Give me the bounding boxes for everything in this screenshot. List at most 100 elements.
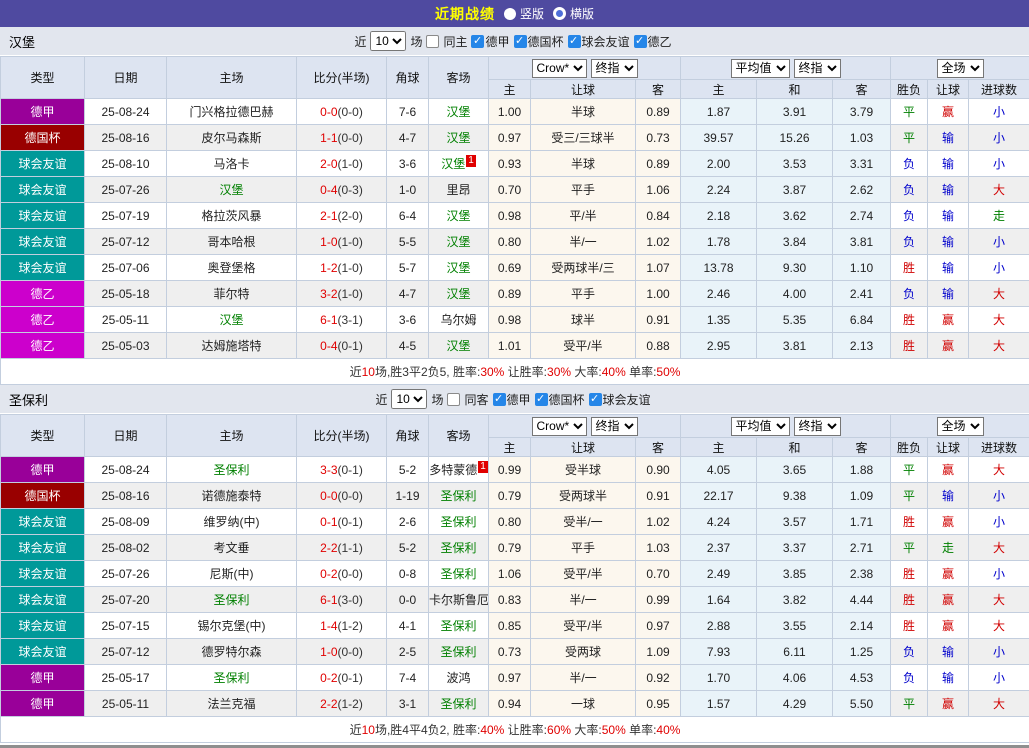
avg-stage-select[interactable]: 终指 (794, 59, 841, 78)
league-checkbox[interactable] (535, 393, 548, 406)
home-team-name[interactable]: 门兴格拉德巴赫 (189, 105, 273, 119)
league-checkbox[interactable] (589, 393, 602, 406)
away-team-name[interactable]: 汉堡 (441, 157, 465, 171)
match-count-select[interactable]: 10 (370, 31, 406, 51)
odds-company-select[interactable]: Crow* (532, 59, 587, 78)
home-team-name[interactable]: 锡尔克堡(中) (198, 619, 266, 633)
radio-unselected-icon[interactable] (553, 7, 566, 20)
home-team-name[interactable]: 考文垂 (213, 541, 249, 555)
home-team-name[interactable]: 奥登堡格 (207, 261, 255, 275)
away-team-name[interactable]: 汉堡 (446, 235, 470, 249)
away-team-name[interactable]: 圣保利 (440, 489, 476, 503)
home-team-name[interactable]: 达姆施塔特 (201, 339, 261, 353)
home-team-name[interactable]: 德罗特尔森 (201, 645, 261, 659)
avg-home-cell: 1.87 (681, 99, 757, 125)
home-odds-cell: 0.70 (489, 177, 531, 203)
avg-draw-cell: 3.53 (757, 151, 833, 177)
radio-vertical-label[interactable]: 竖版 (520, 5, 544, 22)
league-checkbox[interactable] (568, 35, 581, 48)
away-team-name[interactable]: 汉堡 (446, 209, 470, 223)
avg-type-select[interactable]: 平均值 (731, 417, 790, 436)
odds-company-select[interactable]: Crow* (532, 417, 587, 436)
away-team-name[interactable]: 圣保利 (440, 619, 476, 633)
away-team-name[interactable]: 圣保利 (440, 645, 476, 659)
avg-draw-cell: 3.65 (757, 457, 833, 483)
home-team-name[interactable]: 诺德施泰特 (201, 489, 261, 503)
radio-selected-icon[interactable] (504, 8, 516, 20)
away-team-name[interactable]: 圣保利 (440, 697, 476, 711)
same-venue-checkbox[interactable] (447, 393, 460, 406)
league-checkbox[interactable] (514, 35, 527, 48)
away-team-name[interactable]: 里昂 (446, 183, 470, 197)
away-team-name[interactable]: 多特蒙德 (429, 463, 477, 477)
home-team-name[interactable]: 汉堡 (219, 183, 243, 197)
avg-away-cell: 2.41 (833, 281, 891, 307)
avg-draw-cell: 3.84 (757, 229, 833, 255)
corners-cell: 2-6 (387, 509, 429, 535)
home-team-name[interactable]: 汉堡 (219, 313, 243, 327)
odds-stage-select[interactable]: 终指 (591, 417, 638, 436)
away-team-name[interactable]: 圣保利 (440, 541, 476, 555)
half-score: (1-0) (338, 287, 363, 301)
home-team-cell: 锡尔克堡(中) (167, 613, 297, 639)
radio-horizontal-label[interactable]: 横版 (570, 5, 594, 22)
stats-part: 近 (350, 723, 362, 737)
corners-cell: 3-6 (387, 307, 429, 333)
stats-part: 40% (656, 723, 680, 737)
away-team-cell: 汉堡 (429, 281, 489, 307)
same-venue-checkbox[interactable] (426, 35, 439, 48)
league-checkbox[interactable] (471, 35, 484, 48)
away-team-name[interactable]: 乌尔姆 (440, 313, 476, 327)
match-count-select[interactable]: 10 (391, 389, 427, 409)
scope-select[interactable]: 全场 (937, 417, 984, 436)
league-checkbox[interactable] (493, 393, 506, 406)
stats-part: 让胜率: (504, 365, 547, 379)
home-odds-cell: 0.83 (489, 587, 531, 613)
home-team-name[interactable]: 哥本哈根 (207, 235, 255, 249)
corners-cell: 7-4 (387, 665, 429, 691)
half-score: (3-0) (338, 593, 363, 607)
away-team-cell: 波鸿 (429, 665, 489, 691)
league-checkbox[interactable] (634, 35, 647, 48)
home-team-name[interactable]: 维罗纳(中) (204, 515, 260, 529)
handicap-cell: 半/一 (531, 229, 636, 255)
away-odds-cell: 0.95 (636, 691, 681, 717)
full-score: 1-1 (320, 131, 337, 145)
away-team-cell: 乌尔姆 (429, 307, 489, 333)
away-team-name[interactable]: 圣保利 (440, 567, 476, 581)
away-team-name[interactable]: 卡尔斯鲁厄 (429, 593, 489, 607)
home-team-name[interactable]: 尼斯(中) (210, 567, 254, 581)
home-team-cell: 汉堡 (167, 307, 297, 333)
away-sup-badge[interactable]: 1 (478, 461, 488, 473)
away-team-name[interactable]: 汉堡 (446, 339, 470, 353)
away-team-name[interactable]: 汉堡 (446, 131, 470, 145)
layout-radio-horizontal[interactable]: 横版 (553, 5, 594, 22)
home-team-name[interactable]: 圣保利 (213, 593, 249, 607)
away-team-name[interactable]: 汉堡 (446, 105, 470, 119)
away-team-name[interactable]: 圣保利 (440, 515, 476, 529)
home-team-name[interactable]: 马洛卡 (213, 157, 249, 171)
home-team-name[interactable]: 格拉茨风暴 (201, 209, 261, 223)
odds-stage-select[interactable]: 终指 (591, 59, 638, 78)
avg-type-select[interactable]: 平均值 (731, 59, 790, 78)
scope-select[interactable]: 全场 (937, 59, 984, 78)
home-team-name[interactable]: 皮尔马森斯 (201, 131, 261, 145)
handicap-result-cell: 输 (928, 151, 969, 177)
avg-stage-select[interactable]: 终指 (794, 417, 841, 436)
col-away-odds: 客 (636, 438, 681, 457)
games-label: 场 (410, 33, 422, 50)
handicap-result-cell: 输 (928, 483, 969, 509)
away-team-name[interactable]: 波鸿 (446, 671, 470, 685)
layout-radio-vertical[interactable]: 竖版 (504, 5, 544, 22)
avg-away-cell: 1.71 (833, 509, 891, 535)
away-team-name[interactable]: 汉堡 (446, 261, 470, 275)
full-score: 0-1 (320, 515, 337, 529)
home-team-name[interactable]: 法兰克福 (207, 697, 255, 711)
handicap-cell: 受两球 (531, 639, 636, 665)
home-team-name[interactable]: 圣保利 (213, 463, 249, 477)
away-team-name[interactable]: 汉堡 (446, 287, 470, 301)
home-team-name[interactable]: 菲尔特 (213, 287, 249, 301)
away-sup-badge[interactable]: 1 (466, 155, 476, 167)
stats-part: 场,胜3平2负5, 胜率: (375, 365, 480, 379)
home-team-name[interactable]: 圣保利 (213, 671, 249, 685)
